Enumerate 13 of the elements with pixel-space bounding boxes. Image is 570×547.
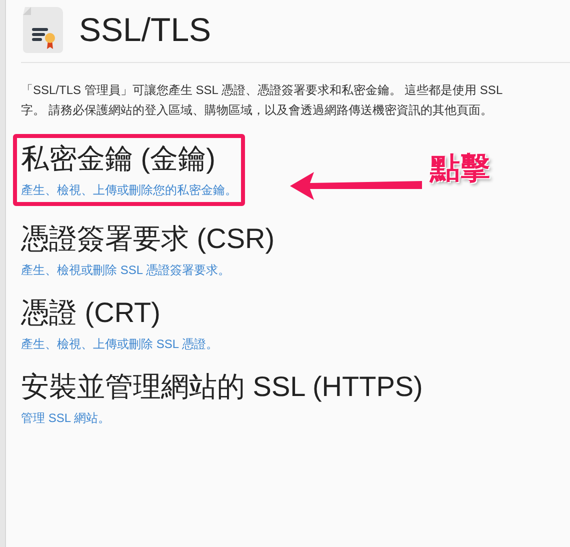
intro-text-line: 字。 請務必保護網站的登入區域、購物區域，以及會透過網路傳送機密資訊的其他頁面。 bbox=[21, 102, 492, 119]
section-link[interactable]: 產生、檢視、上傳或刪除您的私密金鑰。 bbox=[21, 180, 237, 200]
section-title[interactable]: 憑證 (CRT) bbox=[21, 294, 160, 332]
section-link[interactable]: 產生、檢視、上傳或刪除 SSL 憑證。 bbox=[21, 334, 218, 354]
certificate-icon bbox=[21, 7, 65, 53]
section-link[interactable]: 產生、檢視或刪除 SSL 憑證簽署要求。 bbox=[21, 260, 230, 280]
section-title[interactable]: 私密金鑰 (金鑰) bbox=[21, 140, 216, 178]
page-title: SSL/TLS bbox=[79, 10, 212, 50]
section-link[interactable]: 管理 SSL 網站。 bbox=[21, 408, 110, 428]
section-title[interactable]: 憑證簽署要求 (CSR) bbox=[21, 220, 275, 258]
section-title[interactable]: 安裝並管理網站的 SSL (HTTPS) bbox=[21, 368, 423, 406]
intro-text-line: 「SSL/TLS 管理員」可讓您產生 SSL 憑證、憑證簽署要求和私密金鑰。 這些都是使用 SSL bbox=[21, 82, 503, 99]
annotation-label: 點擊 bbox=[430, 151, 490, 187]
